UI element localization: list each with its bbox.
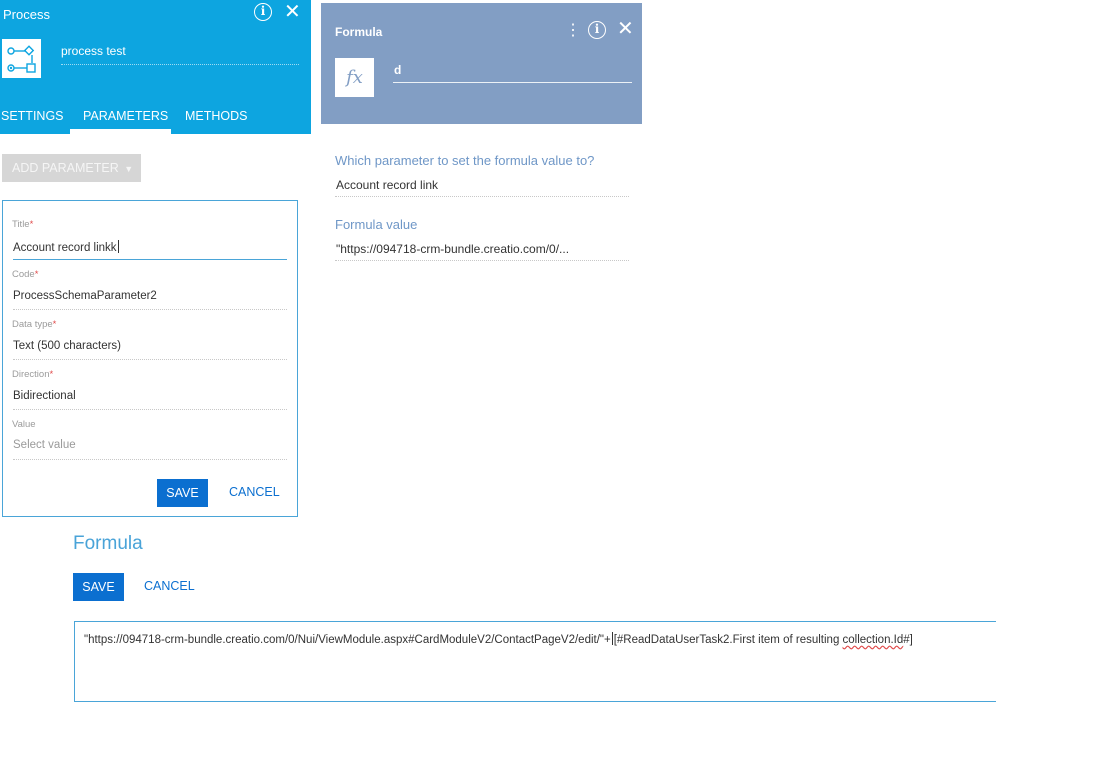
code-input-underline (13, 309, 287, 310)
close-icon[interactable]: ✕ (617, 18, 634, 40)
more-vertical-icon[interactable]: ⋮ (565, 20, 581, 40)
formula-cancel-button[interactable]: CANCEL (144, 579, 195, 593)
formula-name-input[interactable]: d (394, 63, 401, 77)
process-name-underline (61, 64, 299, 65)
formula-dialog-title: Formula (335, 25, 383, 39)
direction-underline (13, 409, 287, 410)
formula-value-label: Formula value (335, 217, 418, 232)
info-icon[interactable]: i (588, 21, 606, 39)
process-flow-icon (2, 39, 41, 78)
tab-settings[interactable]: SETTINGS (1, 109, 64, 123)
save-button[interactable]: SAVE (157, 479, 208, 507)
add-parameter-button[interactable]: ADD PARAMETER ▼ (2, 154, 141, 182)
code-input[interactable]: ProcessSchemaParameter2 (13, 290, 157, 302)
value-label: Value (12, 419, 36, 430)
misspelled-word: collection.Id (842, 634, 904, 646)
active-tab-indicator (70, 129, 171, 134)
fx-icon: fx (335, 58, 374, 97)
target-parameter-underline (335, 196, 629, 197)
target-parameter-select[interactable]: Account record link (336, 178, 438, 192)
tab-methods[interactable]: METHODS (185, 109, 248, 123)
formula-editor-title: Formula (73, 533, 143, 554)
datatype-select[interactable]: Text (500 characters) (13, 340, 121, 352)
close-icon[interactable]: ✕ (284, 1, 301, 23)
tab-parameters[interactable]: PARAMETERS (83, 109, 168, 123)
title-input[interactable]: Account record linkk (13, 240, 120, 254)
process-panel-title: Process (3, 7, 50, 22)
formula-value-field[interactable]: "https://094718-crm-bundle.creatio.com/0… (336, 242, 569, 256)
datatype-underline (13, 359, 287, 360)
title-input-underline (13, 259, 287, 260)
formula-save-button[interactable]: SAVE (73, 573, 124, 601)
target-parameter-label: Which parameter to set the formula value… (335, 153, 595, 168)
direction-label: Direction* (12, 369, 54, 380)
value-input[interactable]: Select value (13, 439, 76, 451)
code-label: Code* (12, 269, 39, 280)
info-icon[interactable]: i (254, 3, 272, 21)
title-label: Title* (12, 219, 34, 230)
direction-select[interactable]: Bidirectional (13, 390, 76, 402)
formula-name-underline (393, 82, 632, 83)
caret-down-icon: ▼ (124, 164, 134, 174)
process-name[interactable]: process test (61, 44, 126, 58)
add-parameter-label: ADD PARAMETER (12, 161, 119, 175)
value-underline (13, 459, 287, 460)
formula-value-underline (335, 260, 629, 261)
formula-text: "https://094718-crm-bundle.creatio.com/0… (84, 632, 913, 646)
cancel-button[interactable]: CANCEL (229, 485, 280, 499)
datatype-label: Data type* (12, 319, 57, 330)
